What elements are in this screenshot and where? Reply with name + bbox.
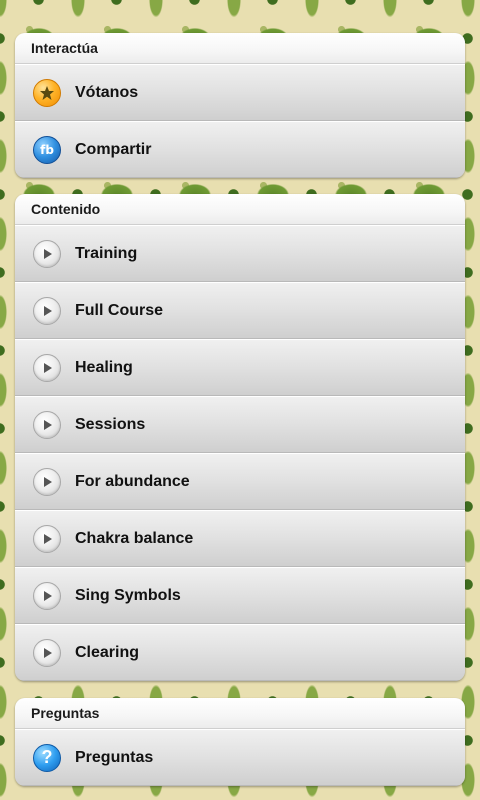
menu-item-label: Clearing (75, 643, 140, 661)
play-icon (33, 524, 61, 553)
menu-item-label: Vótanos (75, 83, 139, 101)
play-icon (33, 239, 61, 268)
menu-item-sing-symbols[interactable]: Sing Symbols (15, 567, 465, 624)
menu-item-label: Sessions (75, 415, 146, 433)
menu-item-label: Training (75, 244, 138, 262)
star-icon (33, 78, 61, 107)
play-icon (33, 638, 61, 667)
play-icon (33, 353, 61, 382)
menu-item-clearing[interactable]: Clearing (15, 624, 465, 681)
section-preguntas: Preguntas ? Preguntas (15, 698, 465, 786)
play-icon (33, 410, 61, 439)
menu-item-label: Healing (75, 358, 133, 376)
facebook-icon: fb (33, 135, 61, 164)
menu-item-label: Sing Symbols (75, 586, 181, 604)
menu-item-votanos[interactable]: Vótanos (15, 64, 465, 121)
menu-item-compartir[interactable]: fb Compartir (15, 121, 465, 178)
section-contenido: Contenido Training Full Course Healing S… (15, 194, 465, 681)
section-header: Interactúa (15, 33, 465, 64)
section-interactua: Interactúa Vótanos fb Compartir (15, 33, 465, 178)
section-header: Contenido (15, 194, 465, 225)
menu-item-healing[interactable]: Healing (15, 339, 465, 396)
menu-item-full-course[interactable]: Full Course (15, 282, 465, 339)
menu-item-chakra-balance[interactable]: Chakra balance (15, 510, 465, 567)
help-icon: ? (33, 743, 61, 772)
menu-item-preguntas[interactable]: ? Preguntas (15, 729, 465, 786)
play-icon (33, 581, 61, 610)
menu-item-for-abundance[interactable]: For abundance (15, 453, 465, 510)
menu-item-sessions[interactable]: Sessions (15, 396, 465, 453)
menu-item-label: Compartir (75, 140, 152, 158)
menu-item-training[interactable]: Training (15, 225, 465, 282)
menu-item-label: For abundance (75, 472, 190, 490)
play-icon (33, 467, 61, 496)
menu-item-label: Full Course (75, 301, 164, 319)
menu-item-label: Chakra balance (75, 529, 194, 547)
section-header: Preguntas (15, 698, 465, 729)
menu-item-label: Preguntas (75, 748, 154, 766)
play-icon (33, 296, 61, 325)
